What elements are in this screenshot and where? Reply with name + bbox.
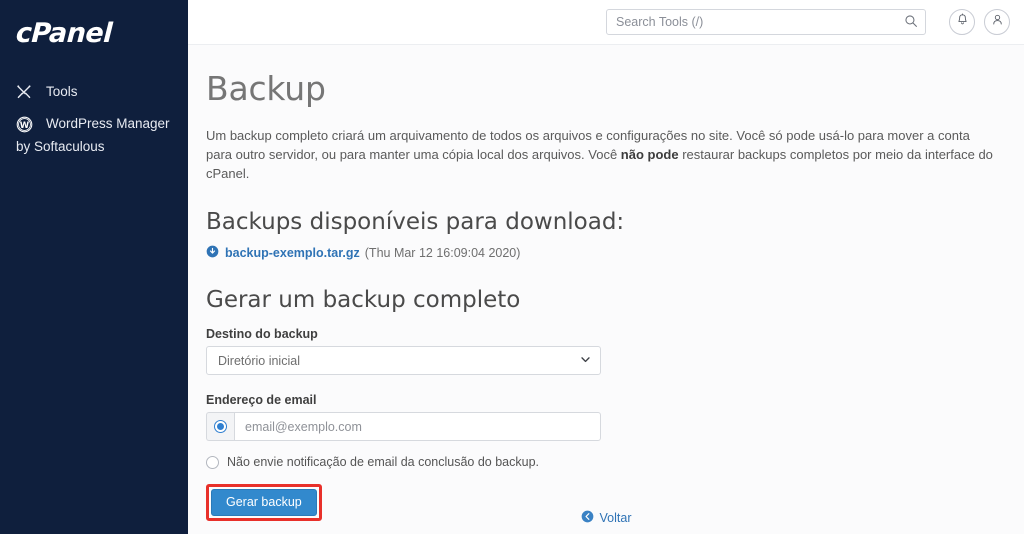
page-intro: Um backup completo criará um arquivament… — [206, 126, 994, 183]
email-notify-radio[interactable] — [214, 420, 227, 433]
generate-heading: Gerar um backup completo — [206, 287, 521, 313]
destination-select[interactable]: Diretório inicial — [206, 346, 601, 375]
page-title: Backup — [206, 69, 326, 108]
backup-download-link[interactable]: backup-exemplo.tar.gz — [225, 246, 360, 260]
svg-text:W: W — [20, 121, 30, 131]
download-circle-icon[interactable] — [206, 245, 219, 261]
main-area: Backup Um backup completo criará um arqu… — [188, 0, 1024, 534]
search-container — [606, 9, 926, 35]
notifications-button[interactable] — [949, 9, 975, 35]
no-email-radio-row[interactable]: Não envie notificação de email da conclu… — [206, 455, 994, 469]
sidebar: cPanel Tools W WordPress Manager by Soft… — [0, 0, 188, 534]
cpanel-logo-text: cPanel — [15, 18, 113, 49]
sidebar-item-tools[interactable]: Tools — [0, 76, 188, 108]
sidebar-item-tools-label: Tools — [46, 84, 78, 99]
sidebar-nav: Tools W WordPress Manager by Softaculous — [0, 62, 188, 156]
downloads-heading: Backups disponíveis para download: — [206, 209, 625, 235]
destination-select-value: Diretório inicial — [218, 353, 300, 368]
sidebar-item-wordpress-manager[interactable]: W WordPress Manager — [0, 108, 188, 140]
page-intro-emphasis: não pode — [620, 147, 679, 162]
user-icon — [991, 13, 1004, 31]
bell-icon — [956, 13, 969, 31]
user-menu-button[interactable] — [984, 9, 1010, 35]
back-link[interactable]: Voltar — [581, 510, 632, 526]
destination-label: Destino do backup — [206, 327, 318, 341]
email-input[interactable] — [234, 412, 601, 441]
topbar — [188, 0, 1024, 45]
sidebar-item-wordpress-manager-subtitle: by Softaculous — [16, 139, 105, 154]
email-input-group — [206, 412, 601, 441]
app-root: cPanel Tools W WordPress Manager by Soft… — [0, 0, 1024, 534]
cpanel-logo[interactable]: cPanel — [0, 0, 188, 62]
wordpress-icon: W — [16, 115, 38, 133]
no-email-radio[interactable] — [206, 455, 219, 469]
arrow-left-circle-icon — [581, 510, 594, 526]
sidebar-item-wordpress-manager-label: WordPress Manager — [46, 116, 170, 131]
no-email-label: Não envie notificação de email da conclu… — [227, 455, 540, 469]
backup-download-row: backup-exemplo.tar.gz (Thu Mar 12 16:09:… — [206, 245, 994, 261]
email-label: Endereço de email — [206, 393, 317, 407]
back-link-label: Voltar — [599, 511, 632, 525]
search-input[interactable] — [606, 9, 926, 35]
page-content: Backup Um backup completo criará um arqu… — [188, 45, 1024, 534]
backup-download-date: (Thu Mar 12 16:09:04 2020) — [364, 246, 521, 260]
email-radio-cell[interactable] — [206, 412, 234, 441]
footer: Voltar — [188, 510, 1024, 526]
chevron-down-icon — [580, 354, 591, 368]
tools-icon — [16, 83, 38, 101]
